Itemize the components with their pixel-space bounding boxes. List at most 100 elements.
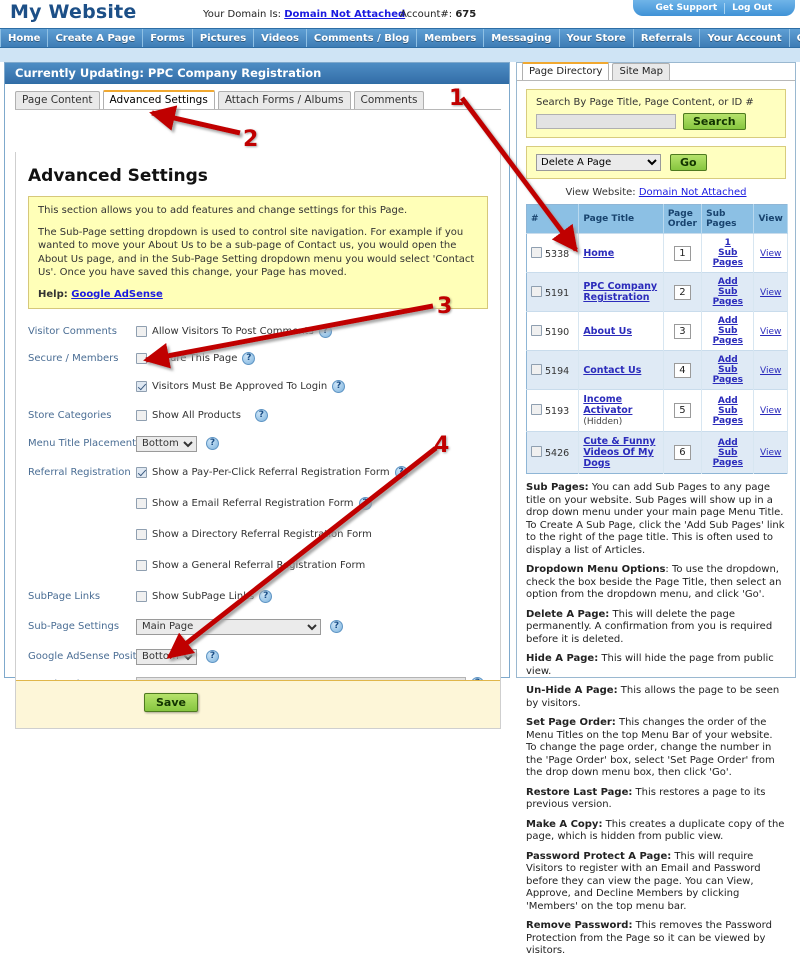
page-title-link[interactable]: Home — [583, 248, 614, 259]
help-item-title: Restore Last Page: — [526, 786, 633, 798]
row-checkbox[interactable] — [531, 246, 542, 258]
nav-item-forms[interactable]: Forms — [143, 29, 193, 47]
sub-pages-link[interactable]: 1 Sub Pages — [713, 238, 743, 268]
page-title-link[interactable]: About Us — [583, 326, 632, 337]
help-item: Password Protect A Page: This will requi… — [526, 851, 786, 914]
sub-pages-link[interactable]: Add Sub Pages — [713, 355, 743, 385]
get-support-link[interactable]: Get Support — [649, 3, 725, 13]
help-icon[interactable]: ? — [259, 590, 273, 603]
table-row: 5190 About Us 3 Add Sub Pages View — [526, 311, 788, 351]
nav-item-your-store[interactable]: Your Store — [560, 29, 634, 47]
row-checkbox[interactable] — [531, 404, 542, 415]
sub-pages-link[interactable]: Add Sub Pages — [713, 438, 743, 468]
tab-page-content[interactable]: Page Content — [15, 91, 100, 109]
tab-advanced-settings[interactable]: Advanced Settings — [102, 90, 215, 109]
nav-item-videos[interactable]: Videos — [254, 29, 307, 47]
nav-item-pictures[interactable]: Pictures — [193, 29, 255, 47]
sub-pages-link[interactable]: Add Sub Pages — [713, 316, 743, 346]
nav-item-home[interactable]: Home — [0, 29, 49, 47]
page-order-value[interactable]: 2 — [673, 284, 691, 300]
view-link[interactable]: View — [760, 366, 781, 376]
nav-item-members[interactable]: Members — [417, 29, 485, 47]
help-icon[interactable]: ? — [332, 380, 346, 393]
help-icon[interactable]: ? — [254, 409, 268, 422]
help-icon[interactable]: ? — [330, 620, 343, 633]
view-website-link[interactable]: Domain Not Attached — [639, 187, 747, 198]
row-subpage-settings: Sub-Page Settings Main Page ? — [16, 616, 500, 637]
nav-item-commission[interactable]: Commission — [790, 29, 800, 47]
row-checkbox[interactable] — [531, 285, 542, 297]
search-input[interactable] — [536, 114, 676, 129]
row-checkbox[interactable] — [531, 446, 542, 457]
select-adsense-position[interactable]: Bottom — [136, 648, 197, 665]
view-link[interactable]: View — [760, 406, 781, 416]
checkbox-show-general-referral-form[interactable] — [136, 560, 147, 571]
nav-item-create-a-page[interactable]: Create A Page — [48, 29, 144, 47]
table-row: 5426 Cute & Funny Videos Of My Dogs 6 Ad… — [526, 431, 788, 474]
select-menu-title-placement[interactable]: Bottom — [136, 435, 197, 452]
save-button[interactable]: Save — [144, 693, 198, 712]
log-out-link[interactable]: Log Out — [725, 3, 779, 13]
help-item-title: Remove Password: — [526, 920, 633, 931]
view-link[interactable]: View — [760, 288, 781, 298]
table-row: 5191 PPC Company Registration 2 Add Sub P… — [526, 272, 788, 312]
page-order-value[interactable]: 5 — [673, 403, 691, 418]
page-title-link[interactable]: Contact Us — [583, 365, 641, 376]
row-id: 5191 — [545, 287, 570, 299]
page-title-link[interactable]: PPC Company Registration — [583, 281, 659, 303]
settings-form: Visitor Comments Allow Visitors To Post … — [16, 321, 500, 728]
page-editor-panel: Currently Updating: PPC Company Registra… — [4, 62, 510, 729]
row-subpage-links: SubPage Links Show SubPage Links ? — [16, 586, 500, 607]
page-directory-panel: Page Directory Site Map Search By Page T… — [516, 62, 796, 956]
page-order-value[interactable]: 4 — [673, 362, 691, 378]
checkbox-show-subpage-links[interactable] — [136, 591, 147, 602]
checkbox-allow-visitors-post-comments[interactable] — [136, 326, 147, 337]
help-icon[interactable]: ? — [318, 325, 332, 338]
checkbox-visitors-must-be-approved-to-login[interactable] — [136, 381, 147, 392]
sub-pages-link[interactable]: Add Sub Pages — [713, 396, 743, 426]
checkbox-show-directory-referral-form[interactable] — [136, 529, 147, 540]
domain-link[interactable]: Domain Not Attached — [284, 9, 405, 20]
view-link[interactable]: View — [760, 448, 781, 458]
page-title-link[interactable]: Cute & Funny Videos Of My Dogs — [583, 436, 659, 469]
google-adsense-help-link[interactable]: Google AdSense — [71, 289, 163, 300]
nav-item-your-account[interactable]: Your Account — [700, 29, 790, 47]
go-button[interactable]: Go — [670, 154, 707, 171]
row-checkbox[interactable] — [531, 363, 542, 375]
text-visitors-must-be-approved-to-login: Visitors Must Be Approved To Login — [152, 381, 328, 392]
save-bar: Save — [16, 680, 500, 728]
help-item-title: Set Page Order: — [526, 717, 616, 728]
select-subpage-settings[interactable]: Main Page — [136, 618, 321, 635]
row-checkbox[interactable] — [531, 324, 542, 336]
search-button[interactable]: Search — [683, 113, 746, 130]
help-icon[interactable]: ? — [206, 437, 219, 450]
help-text-section: Sub Pages: You can add Sub Pages to any … — [526, 482, 786, 958]
page-order-value[interactable]: 1 — [673, 245, 691, 261]
help-icon[interactable]: ? — [242, 352, 256, 365]
tab-site-map[interactable]: Site Map — [612, 63, 670, 80]
view-link[interactable]: View — [760, 249, 781, 259]
table-row: 5338 Home 1 1 Sub Pages View — [526, 233, 788, 273]
checkbox-secure-this-page[interactable] — [136, 353, 147, 364]
tab-page-directory[interactable]: Page Directory — [522, 62, 610, 80]
domain-status: Your Domain Is: Domain Not Attached — [203, 9, 405, 20]
nav-item-comments-blog[interactable]: Comments / Blog — [307, 29, 418, 47]
help-icon[interactable]: ? — [206, 650, 219, 663]
page-title-link[interactable]: Income Activator — [583, 394, 659, 416]
view-link[interactable]: View — [760, 327, 781, 337]
help-icon[interactable]: ? — [358, 497, 372, 510]
page-order-value[interactable]: 6 — [673, 445, 691, 460]
checkbox-show-email-referral-form[interactable] — [136, 498, 147, 509]
tab-attach-forms-albums[interactable]: Attach Forms / Albums — [217, 91, 351, 109]
nav-item-referrals[interactable]: Referrals — [634, 29, 701, 47]
label-secure-members: Secure / Members — [28, 353, 119, 364]
tab-comments[interactable]: Comments — [353, 91, 425, 109]
row-store-categories: Store Categories Show All Products ? — [16, 405, 500, 426]
checkbox-show-all-products[interactable] — [136, 410, 147, 421]
page-order-value[interactable]: 3 — [673, 323, 691, 339]
nav-item-messaging[interactable]: Messaging — [484, 29, 560, 47]
checkbox-show-ppc-referral-form[interactable] — [136, 467, 147, 478]
select-page-action[interactable]: Delete A Page — [536, 154, 661, 171]
help-icon[interactable]: ? — [394, 466, 408, 479]
sub-pages-link[interactable]: Add Sub Pages — [713, 277, 743, 307]
